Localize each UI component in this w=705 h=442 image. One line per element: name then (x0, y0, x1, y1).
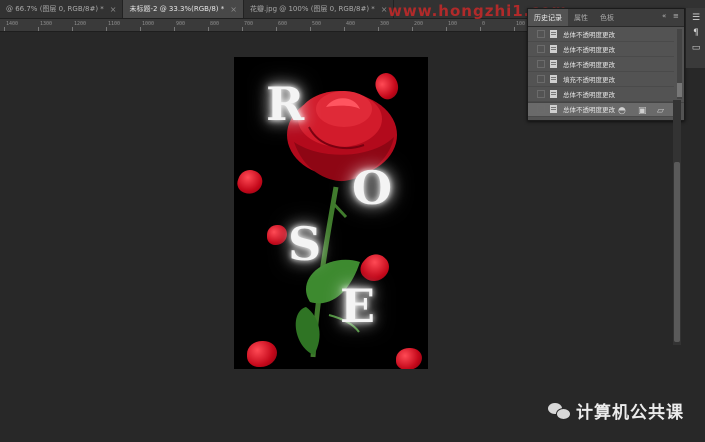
new-snapshot-from-state-icon[interactable]: ◓ (618, 106, 626, 116)
ruler-tick (446, 27, 447, 31)
ruler-tick (140, 27, 141, 31)
rose-flower (287, 91, 397, 182)
history-item-label: 总体不透明度更改 (563, 46, 615, 54)
ruler-tick-label: 100 (516, 21, 526, 27)
ruler-tick (38, 27, 39, 31)
ruler-tick (242, 27, 243, 31)
history-item[interactable]: 总体不透明度更改 (528, 42, 674, 57)
ruler-tick (344, 27, 345, 31)
ruler-tick-label: 400 (346, 21, 356, 27)
ruler-tick-label: 1000 (142, 21, 155, 27)
panel-menu-icon[interactable]: ≡ (673, 12, 679, 20)
ruler-tick (310, 27, 311, 31)
history-item-label: 总体不透明度更改 (563, 31, 615, 39)
doc-tab-3[interactable]: 花瓣.jpg @ 100% (图层 0, RGB/8#) * × (244, 0, 395, 18)
ruler-tick-label: 700 (244, 21, 254, 27)
ruler-tick-label: 900 (176, 21, 186, 27)
doc-tab-label: @ 66.7% (图层 0, RGB/8#) * (6, 5, 104, 13)
canvas-scrollbar[interactable] (673, 100, 681, 345)
wechat-icon (548, 402, 571, 420)
ruler-tick-label: 0 (482, 21, 486, 27)
history-state-icon (550, 60, 557, 68)
tab-properties[interactable]: 属性 (568, 9, 594, 26)
ruler-tick (412, 27, 413, 31)
history-state-icon (550, 45, 557, 53)
history-item-label: 总体不透明度更改 (563, 91, 615, 99)
ruler-tick (72, 27, 73, 31)
snapshot-checkbox[interactable] (537, 90, 545, 98)
history-state-icon (550, 30, 557, 38)
ruler-tick-label: 1100 (108, 21, 121, 27)
trash-icon[interactable]: ▱ (657, 106, 664, 116)
panel-scrollbar[interactable] (677, 29, 682, 99)
snapshot-checkbox[interactable] (537, 30, 545, 38)
panel-tab-bar: 历史记录 属性 色板 « ≡ (528, 9, 684, 27)
scroll-thumb[interactable] (674, 162, 680, 342)
snapshot-checkbox[interactable] (537, 45, 545, 53)
ruler-tick (514, 27, 515, 31)
document-canvas[interactable]: R O S E (234, 57, 428, 369)
close-icon[interactable]: × (110, 5, 117, 14)
ruler-tick (480, 27, 481, 31)
ruler-tick-label: 1300 (40, 21, 53, 27)
letter-o: O (352, 161, 393, 215)
history-icon[interactable]: ☰ (686, 13, 705, 23)
snapshot-checkbox[interactable] (537, 60, 545, 68)
letter-r: R (266, 77, 305, 131)
ruler-tick-label: 100 (448, 21, 458, 27)
history-item[interactable]: 总体不透明度更改 (528, 57, 674, 72)
snapshot-checkbox[interactable] (537, 75, 545, 83)
paragraph-icon[interactable]: ¶ (686, 28, 705, 38)
ruler-tick-label: 1200 (74, 21, 87, 27)
close-icon[interactable]: × (381, 5, 388, 14)
doc-tab-label: 未标题-2 @ 33.3%(RGB/8) * (129, 5, 225, 13)
camera-icon[interactable]: ▣ (638, 106, 647, 116)
ruler-tick-label: 800 (210, 21, 220, 27)
ruler-tick-label: 500 (312, 21, 322, 27)
doc-tab-label: 花瓣.jpg @ 100% (图层 0, RGB/8#) * (249, 5, 375, 13)
letter-e: E (340, 279, 376, 333)
brand-logo: 计算机公共课 (548, 398, 684, 423)
comment-icon[interactable]: ▭ (686, 43, 705, 53)
scroll-thumb[interactable] (677, 83, 682, 97)
ruler-tick (378, 27, 379, 31)
brand-text: 计算机公共课 (576, 403, 684, 423)
history-state-icon (550, 75, 557, 83)
doc-tab-2[interactable]: 未标题-2 @ 33.3%(RGB/8) * × (123, 0, 244, 18)
ruler-tick (276, 27, 277, 31)
collapse-icon[interactable]: « (662, 12, 666, 20)
history-item[interactable]: 总体不透明度更改 (528, 87, 674, 102)
history-item[interactable]: 填充不透明度更改 (528, 72, 674, 87)
tab-history[interactable]: 历史记录 (528, 9, 568, 26)
tab-swatches[interactable]: 色板 (594, 9, 620, 26)
doc-tab-1[interactable]: @ 66.7% (图层 0, RGB/8#) * × (0, 0, 124, 18)
ruler-tick (4, 27, 5, 31)
history-item-label: 总体不透明度更改 (563, 61, 615, 69)
ruler-tick-label: 1400 (6, 21, 19, 27)
history-item-label: 填充不透明度更改 (563, 76, 615, 84)
ruler-tick-label: 600 (278, 21, 288, 27)
history-state-icon (550, 90, 557, 98)
close-icon[interactable]: × (230, 5, 237, 14)
panel-footer: ◓ ▣ ▱ (528, 102, 684, 120)
ruler-tick (208, 27, 209, 31)
history-item[interactable]: 总体不透明度更改 (528, 27, 674, 42)
history-panel: 历史记录 属性 色板 « ≡ 总体不透明度更改 总体不透明度更改 总体不透明度更… (527, 8, 685, 121)
right-dock-toolbar: ☰ ¶ ▭ (685, 8, 705, 68)
letter-s: S (288, 217, 322, 271)
ruler-tick-label: 300 (380, 21, 390, 27)
ruler-tick-label: 200 (414, 21, 424, 27)
ruler-tick (106, 27, 107, 31)
ruler-tick (174, 27, 175, 31)
